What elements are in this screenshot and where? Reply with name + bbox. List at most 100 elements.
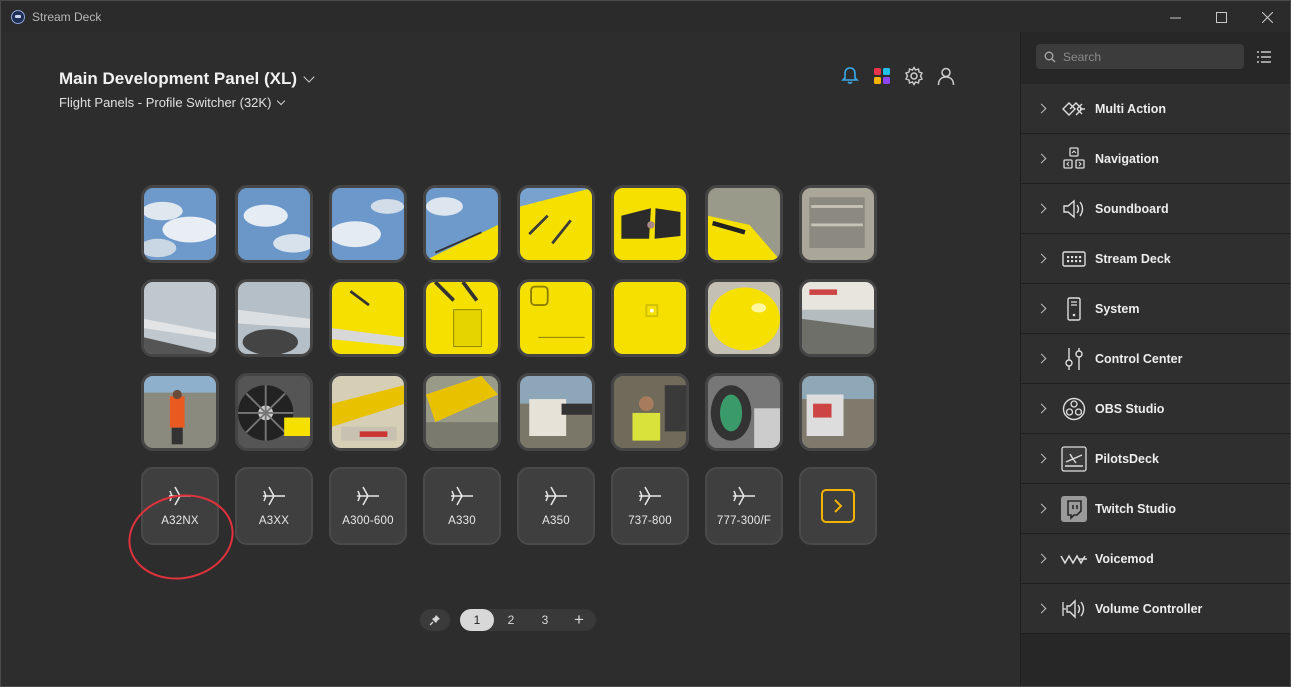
category-navigation[interactable]: Navigation xyxy=(1021,134,1290,184)
key-image-tile[interactable] xyxy=(611,279,689,357)
key-label: A330 xyxy=(448,515,476,527)
profile-key-777-300f[interactable]: 777-300/F xyxy=(705,467,783,545)
category-system[interactable]: System xyxy=(1021,284,1290,334)
airplane-icon xyxy=(545,486,567,506)
profile-key-a300-600[interactable]: A300-600 xyxy=(329,467,407,545)
category-stream-deck[interactable]: Stream Deck xyxy=(1021,234,1290,284)
user-icon xyxy=(937,67,955,86)
chevron-right-icon xyxy=(1036,303,1047,314)
key-image-tile[interactable] xyxy=(705,279,783,357)
device-selector[interactable]: Main Development Panel (XL) xyxy=(59,69,315,89)
aircraft-nose-image xyxy=(708,282,780,354)
chevron-right-icon xyxy=(1036,353,1047,364)
settings-button[interactable] xyxy=(903,65,925,87)
page-1-button[interactable]: 1 xyxy=(460,609,494,631)
engine-nacelle-image xyxy=(708,376,780,448)
key-image-tile[interactable] xyxy=(705,373,783,451)
key-image-tile[interactable] xyxy=(799,373,877,451)
category-obs-studio[interactable]: OBS Studio xyxy=(1021,384,1290,434)
key-image-tile[interactable] xyxy=(235,279,313,357)
pages-group: 1 2 3 + xyxy=(460,609,596,631)
key-image-tile[interactable] xyxy=(141,185,219,263)
iberia-aircraft-image xyxy=(802,282,874,354)
maximize-button[interactable] xyxy=(1198,1,1244,33)
sky-clouds-image xyxy=(238,188,310,260)
search-row xyxy=(1036,44,1272,69)
add-page-button[interactable]: + xyxy=(562,609,596,631)
key-image-tile[interactable] xyxy=(799,279,877,357)
next-page-key[interactable] xyxy=(799,467,877,545)
chevron-right-icon xyxy=(1036,203,1047,214)
list-view-button[interactable] xyxy=(1256,49,1272,65)
aircraft-tail-image xyxy=(332,282,404,354)
profile-key-a3xx[interactable]: A3XX xyxy=(235,467,313,545)
page-2-button[interactable]: 2 xyxy=(494,609,528,631)
key-image-tile[interactable] xyxy=(611,373,689,451)
key-image-tile[interactable] xyxy=(141,279,219,357)
engine-fan-image xyxy=(238,376,310,448)
stream-deck-app-icon xyxy=(11,9,25,24)
minimize-button[interactable] xyxy=(1152,1,1198,33)
notifications-button[interactable] xyxy=(839,65,861,87)
key-image-tile[interactable] xyxy=(517,185,595,263)
bell-icon xyxy=(841,67,859,84)
title-bar: Stream Deck xyxy=(0,0,1291,32)
profile-name: Flight Panels - Profile Switcher (32K) xyxy=(59,95,272,110)
key-image-tile[interactable] xyxy=(517,279,595,357)
key-image-tile[interactable] xyxy=(423,373,501,451)
category-twitch-studio[interactable]: Twitch Studio xyxy=(1021,484,1290,534)
profile-selector[interactable]: Flight Panels - Profile Switcher (32K) xyxy=(59,95,286,110)
key-image-tile[interactable] xyxy=(329,373,407,451)
key-image-tile[interactable] xyxy=(329,279,407,357)
wing-image xyxy=(144,282,216,354)
chevron-down-icon xyxy=(277,96,286,105)
profile-key-a32nx[interactable]: A32NX xyxy=(141,467,219,545)
key-image-tile[interactable] xyxy=(517,373,595,451)
category-label: Navigation xyxy=(1095,151,1159,166)
pin-button[interactable] xyxy=(420,609,450,631)
key-image-tile[interactable] xyxy=(329,185,407,263)
page-3-button[interactable]: 3 xyxy=(528,609,562,631)
profile-key-a330[interactable]: A330 xyxy=(423,467,501,545)
header-icons xyxy=(839,65,957,87)
wing-engine-image xyxy=(238,282,310,354)
chevron-right-icon xyxy=(1036,153,1047,164)
chevron-right-icon xyxy=(1036,253,1047,264)
category-voicemod[interactable]: Voicemod xyxy=(1021,534,1290,584)
ground-crew-image xyxy=(614,376,686,448)
key-image-tile[interactable] xyxy=(235,373,313,451)
profile-key-737-800[interactable]: 737-800 xyxy=(611,467,689,545)
key-label: A3XX xyxy=(258,515,290,527)
search-input[interactable] xyxy=(1063,49,1233,64)
close-icon xyxy=(1261,11,1273,23)
key-image-tile[interactable] xyxy=(235,185,313,263)
chevron-right-icon xyxy=(1036,453,1047,464)
category-soundboard[interactable]: Soundboard xyxy=(1021,184,1290,234)
category-label: Multi Action xyxy=(1095,101,1167,116)
marketplace-button[interactable] xyxy=(871,65,893,87)
key-image-tile[interactable] xyxy=(423,279,501,357)
profile-key-a350[interactable]: A350 xyxy=(517,467,595,545)
key-image-tile[interactable] xyxy=(705,185,783,263)
category-pilotsdeck[interactable]: PilotsDeck xyxy=(1021,434,1290,484)
key-grid: A32NX A3XX A300-600 A330 A350 737-800 77… xyxy=(141,185,877,545)
category-label: PilotsDeck xyxy=(1095,451,1159,466)
key-image-tile[interactable] xyxy=(611,185,689,263)
obs-icon xyxy=(1060,395,1088,423)
system-icon xyxy=(1060,295,1088,323)
category-volume-controller[interactable]: Volume Controller xyxy=(1021,584,1290,634)
category-multi-action[interactable]: Multi Action xyxy=(1021,84,1290,134)
key-image-tile[interactable] xyxy=(799,185,877,263)
key-image-tile[interactable] xyxy=(423,185,501,263)
key-image-tile[interactable] xyxy=(141,373,219,451)
airplane-icon xyxy=(639,486,661,506)
close-button[interactable] xyxy=(1244,1,1290,33)
page-selector: 1 2 3 + xyxy=(420,608,596,632)
account-button[interactable] xyxy=(935,65,957,87)
multi-action-icon xyxy=(1060,95,1088,123)
airplane-icon xyxy=(357,486,379,506)
category-control-center[interactable]: Control Center xyxy=(1021,334,1290,384)
twitch-icon xyxy=(1060,495,1088,523)
aircraft-nose-image xyxy=(708,188,780,260)
aircraft-fuselage-image xyxy=(520,188,592,260)
